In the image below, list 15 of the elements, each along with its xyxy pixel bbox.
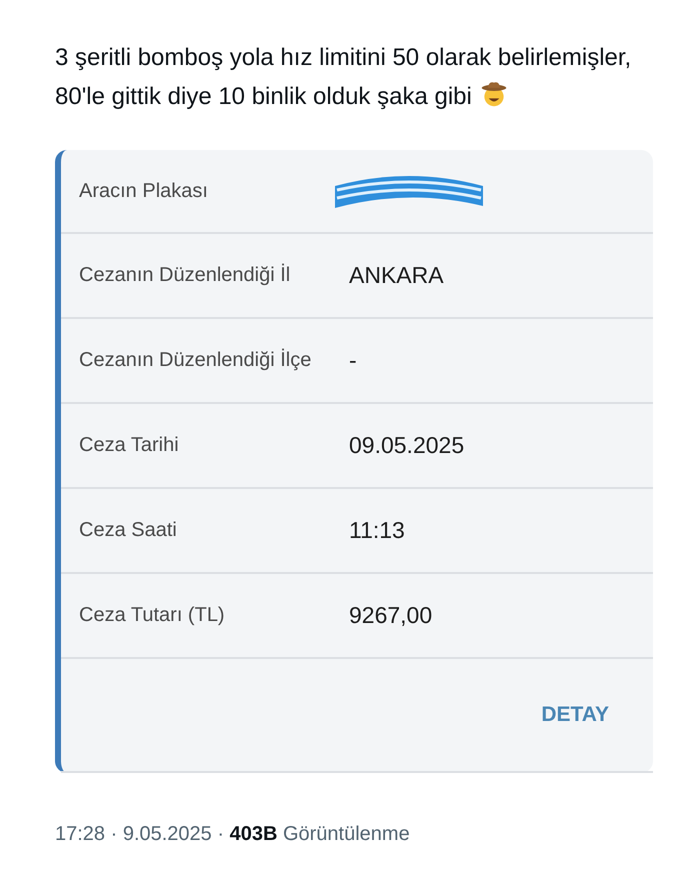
field-label: Ceza Tutarı (TL) bbox=[78, 604, 226, 627]
field-label: Cezanın Düzenlendiği İlçe bbox=[78, 349, 312, 372]
detail-button[interactable]: DETAY bbox=[537, 699, 613, 731]
cowboy-emoji-icon bbox=[480, 80, 508, 108]
field-value: 11:13 bbox=[349, 517, 405, 544]
field-label: Aracın Plakası bbox=[78, 180, 209, 202]
field-value: 09.05.2025 bbox=[349, 432, 464, 459]
post-meta: 17:28 · 9.05.2025 · 403B Görüntülenme bbox=[55, 823, 411, 846]
field-label: Ceza Tarihi bbox=[78, 434, 180, 457]
field-label: Cezanın Düzenlendiği İl bbox=[78, 264, 292, 287]
post-text: 3 şeritli bomboş yola hız limitini 50 olarak belirlemişler, 80'le gittik diye 10 binlik olduk şaka gibi bbox=[55, 43, 632, 112]
field-value: ANKARA bbox=[349, 262, 444, 289]
field-label: Ceza Saati bbox=[78, 519, 178, 542]
field-value: - bbox=[349, 347, 357, 374]
field-value: 9267,00 bbox=[349, 602, 432, 629]
